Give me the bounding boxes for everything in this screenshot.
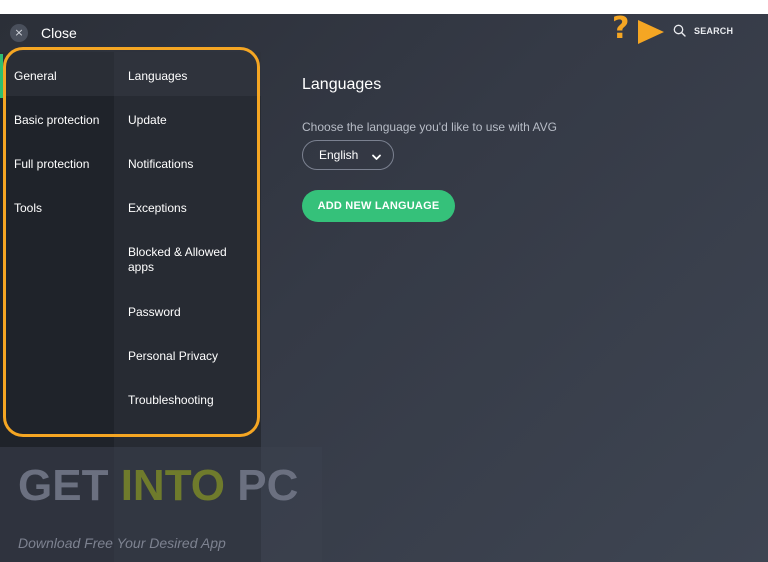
subnav-item-troubleshooting[interactable]: Troubleshooting <box>114 376 261 420</box>
subnav-item-personal-privacy[interactable]: Personal Privacy <box>114 332 261 376</box>
search-label: SEARCH <box>694 25 734 36</box>
subnav-item-label: Blocked & Allowed apps <box>128 245 227 274</box>
top-bar: × Close ? SEARCH <box>0 14 768 52</box>
subnav-item-password[interactable]: Password <box>114 288 261 332</box>
watermark-title-part: GET <box>18 461 121 510</box>
page-title: Languages <box>302 76 382 93</box>
watermark-title: GET INTO PC <box>18 461 298 511</box>
watermark-title-accent: INTO <box>120 461 225 510</box>
subnav-item-label: Update <box>128 113 167 127</box>
watermark-overlay: GET INTO PC Download Free Your Desired A… <box>0 447 322 562</box>
nav-item-label: Full protection <box>14 157 90 171</box>
search-icon <box>673 24 686 37</box>
active-indicator <box>0 54 3 98</box>
nav-item-label: Basic protection <box>14 113 100 127</box>
nav-item-tools[interactable]: Tools <box>0 184 114 228</box>
subnav-item-label: Personal Privacy <box>128 349 219 363</box>
watermark-subtitle: Download Free Your Desired App <box>18 535 226 551</box>
subnav-item-label: Troubleshooting <box>128 393 214 407</box>
search-button[interactable]: SEARCH <box>673 24 733 37</box>
subnav-item-languages[interactable]: Languages <box>114 52 261 96</box>
language-dropdown[interactable]: English <box>302 140 394 170</box>
nav-item-general[interactable]: General <box>0 52 114 96</box>
subnav-item-label: Password <box>128 305 181 319</box>
watermark-title-part: PC <box>225 461 299 510</box>
subnav-item-label: Exceptions <box>128 201 187 215</box>
nav-item-basic-protection[interactable]: Basic protection <box>0 96 114 140</box>
question-mark-icon: ? <box>612 14 630 46</box>
chevron-down-icon <box>371 150 382 168</box>
subnav-item-blocked-allowed-apps[interactable]: Blocked & Allowed apps <box>114 228 261 288</box>
subnav-item-label: Languages <box>128 69 188 83</box>
nav-item-full-protection[interactable]: Full protection <box>0 140 114 184</box>
add-new-language-button[interactable]: ADD NEW LANGUAGE <box>302 190 455 222</box>
nav-item-label: General <box>14 69 57 83</box>
subnav-item-update[interactable]: Update <box>114 96 261 140</box>
close-label: Close <box>41 25 77 41</box>
settings-window: × Close ? SEARCH General Basic protectio… <box>0 14 768 562</box>
subnav-item-exceptions[interactable]: Exceptions <box>114 184 261 228</box>
subnav-item-label: Notifications <box>128 157 194 171</box>
language-dropdown-value: English <box>319 148 359 162</box>
close-button[interactable]: × Close <box>10 22 77 44</box>
subnav-item-notifications[interactable]: Notifications <box>114 140 261 184</box>
close-icon: × <box>10 24 28 42</box>
nav-item-label: Tools <box>14 201 43 215</box>
language-description: Choose the language you'd like to use wi… <box>302 120 557 134</box>
arrow-pointer-icon <box>638 20 664 44</box>
